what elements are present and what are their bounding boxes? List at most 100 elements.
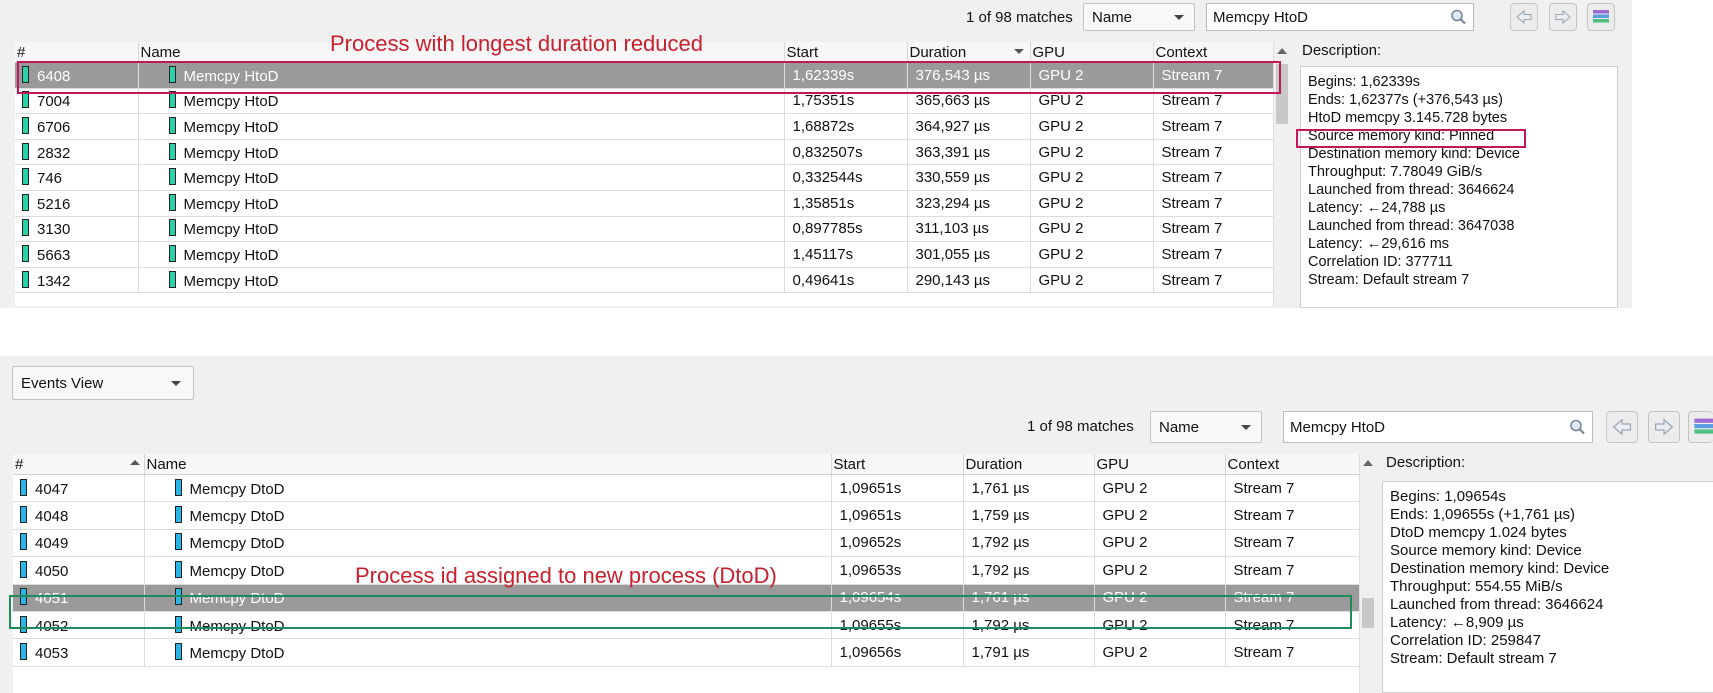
find-previous-button[interactable]: [1510, 3, 1538, 31]
column-header-id-label: #: [15, 455, 24, 473]
bottom-description-label: Description:: [1386, 454, 1466, 471]
context-cell: Stream 7: [1153, 190, 1273, 217]
description-line: Launched from thread: 3646624: [1308, 182, 1515, 198]
duration-cell-text: 1,792 µs: [971, 534, 1030, 552]
gpu-cell: GPU 2: [1030, 139, 1154, 166]
name-cell-text: Memcpy HtoD: [183, 272, 279, 290]
gpu-cell: GPU 2: [1030, 241, 1154, 268]
start-cell-text: 1,09651s: [839, 479, 902, 497]
id-cell: 4048: [13, 501, 145, 530]
id-cell: 4047: [13, 474, 145, 503]
context-cell: Stream 7: [1153, 267, 1273, 294]
gpu-cell: GPU 2: [1094, 529, 1226, 558]
start-cell-text: 1,09651s: [839, 507, 902, 525]
table-row[interactable]: 3130 Memcpy HtoD 0,897785s 311,103 µs GPU 2 S…: [15, 216, 1273, 243]
name-cell-text: Memcpy HtoD: [183, 118, 279, 136]
bottom-filter-field-select[interactable]: Name: [1150, 411, 1262, 443]
duration-cell: 1,792 µs: [963, 556, 1095, 585]
table-row[interactable]: 4047 Memcpy DtoD 1,09651s 1,761 µs GPU 2 Stre…: [13, 474, 1359, 503]
id-cell-text: 4048: [35, 508, 69, 526]
table-row[interactable]: 5216 Memcpy HtoD 1,35851s 323,294 µs GPU 2 St…: [15, 190, 1273, 217]
duration-cell: 323,294 µs: [907, 190, 1031, 217]
bottom-search-value: Memcpy HtoD: [1290, 419, 1386, 436]
table-row[interactable]: 2832 Memcpy HtoD 0,832507s 363,391 µs GPU 2 S…: [15, 139, 1273, 166]
duration-cell-text: 301,055 µs: [915, 245, 991, 263]
arrow-right-icon: [1555, 9, 1571, 25]
find-all-button[interactable]: [1587, 3, 1615, 31]
top-search-input[interactable]: Memcpy HtoD: [1206, 3, 1474, 31]
description-line: Latency: ←29,616 ms: [1308, 236, 1450, 252]
bottom-row-highlight: [9, 595, 1352, 629]
context-cell-text: Stream 7: [1161, 245, 1223, 263]
bottom-search-input[interactable]: Memcpy HtoD: [1283, 411, 1593, 443]
duration-cell: 330,559 µs: [907, 164, 1031, 191]
name-cell: Memcpy HtoD: [138, 190, 785, 217]
column-header-gpu[interactable]: GPU: [1030, 42, 1154, 63]
sort-ascending-icon: [129, 460, 140, 465]
id-cell: 3130: [15, 216, 139, 243]
table-row[interactable]: 4053 Memcpy DtoD 1,09656s 1,791 µs GPU 2 Stre…: [13, 638, 1359, 667]
column-header-duration[interactable]: Duration: [907, 42, 1031, 63]
arrow-right-icon: [1655, 418, 1674, 436]
column-header-start[interactable]: Start: [831, 454, 964, 475]
top-filter-field-value: Name: [1092, 9, 1133, 26]
column-header-id[interactable]: #: [13, 454, 145, 475]
description-line: HtoD memcpy 3.145.728 bytes: [1308, 110, 1508, 126]
top-row-highlight: [17, 61, 1281, 94]
find-next-button[interactable]: [1549, 3, 1577, 31]
duration-cell-text: 1,759 µs: [971, 507, 1030, 525]
bottom-annotation: Process id assigned to new process (DtoD…: [355, 563, 777, 588]
event-color-swatch: [174, 533, 182, 551]
event-color-swatch: [22, 193, 29, 211]
column-header-gpu[interactable]: GPU: [1094, 454, 1226, 475]
event-color-swatch: [168, 244, 176, 262]
top-filter-field-select[interactable]: Name: [1083, 3, 1195, 31]
gpu-cell-text: GPU 2: [1102, 561, 1148, 579]
column-header-start[interactable]: Start: [784, 42, 908, 63]
context-cell: Stream 7: [1153, 139, 1273, 166]
table-row[interactable]: 4049 Memcpy DtoD 1,09652s 1,792 µs GPU 2 Stre…: [13, 529, 1359, 558]
start-cell: 0,49641s: [784, 267, 908, 294]
table-row[interactable]: 1342 Memcpy HtoD 0,49641s 290,143 µs GPU 2 St…: [15, 267, 1273, 294]
column-header-duration[interactable]: Duration: [963, 454, 1095, 475]
gpu-cell: GPU 2: [1094, 638, 1226, 667]
table-row[interactable]: 4048 Memcpy DtoD 1,09651s 1,759 µs GPU 2 Stre…: [13, 501, 1359, 530]
scrollbar-thumb[interactable]: [1362, 598, 1374, 628]
start-cell-text: 0,49641s: [792, 271, 855, 289]
event-color-swatch: [168, 168, 176, 186]
context-cell-text: Stream 7: [1161, 169, 1223, 187]
description-line: Ends: 1,09655s (+1,761 µs): [1390, 506, 1576, 523]
bottom-table-scrollbar[interactable]: [1359, 454, 1377, 693]
chevron-down-icon: [1241, 425, 1251, 430]
find-all-button[interactable]: [1688, 411, 1713, 443]
gpu-cell: GPU 2: [1094, 474, 1226, 503]
gpu-cell: GPU 2: [1094, 501, 1226, 530]
description-line: Latency: ←24,788 µs: [1308, 200, 1446, 216]
column-header-duration-label: Duration: [909, 43, 967, 61]
duration-cell: 1,791 µs: [963, 638, 1095, 667]
top-description-label: Description:: [1302, 42, 1382, 59]
event-color-swatch: [20, 478, 27, 496]
column-header-context[interactable]: Context: [1153, 42, 1273, 63]
duration-cell-text: 364,927 µs: [915, 117, 991, 135]
event-color-swatch: [22, 142, 29, 160]
id-cell-text: 6706: [37, 118, 71, 136]
context-cell-text: Stream 7: [1161, 194, 1223, 212]
list-highlight-icon: [1694, 418, 1713, 434]
chevron-down-icon: [1174, 15, 1184, 20]
table-row[interactable]: 5663 Memcpy HtoD 1,45117s 301,055 µs GPU 2 St…: [15, 241, 1273, 268]
column-header-context[interactable]: Context: [1225, 454, 1359, 475]
context-cell-text: Stream 7: [1233, 644, 1295, 662]
id-cell-text: 3130: [37, 221, 71, 239]
find-next-button[interactable]: [1648, 411, 1680, 443]
find-previous-button[interactable]: [1606, 411, 1638, 443]
name-cell: Memcpy DtoD: [144, 529, 832, 558]
view-select[interactable]: Events View: [12, 366, 194, 400]
column-header-name[interactable]: Name: [144, 454, 832, 475]
source-memory-highlight: [1296, 129, 1526, 148]
context-cell: Stream 7: [1225, 474, 1359, 503]
table-row[interactable]: 746 Memcpy HtoD 0,332544s 330,559 µs GPU 2 St…: [15, 164, 1273, 191]
top-match-count: 1 of 98 matches: [966, 9, 1073, 26]
table-row[interactable]: 6706 Memcpy HtoD 1,68872s 364,927 µs GPU 2 St…: [15, 113, 1273, 140]
column-header-id[interactable]: #: [15, 42, 139, 63]
